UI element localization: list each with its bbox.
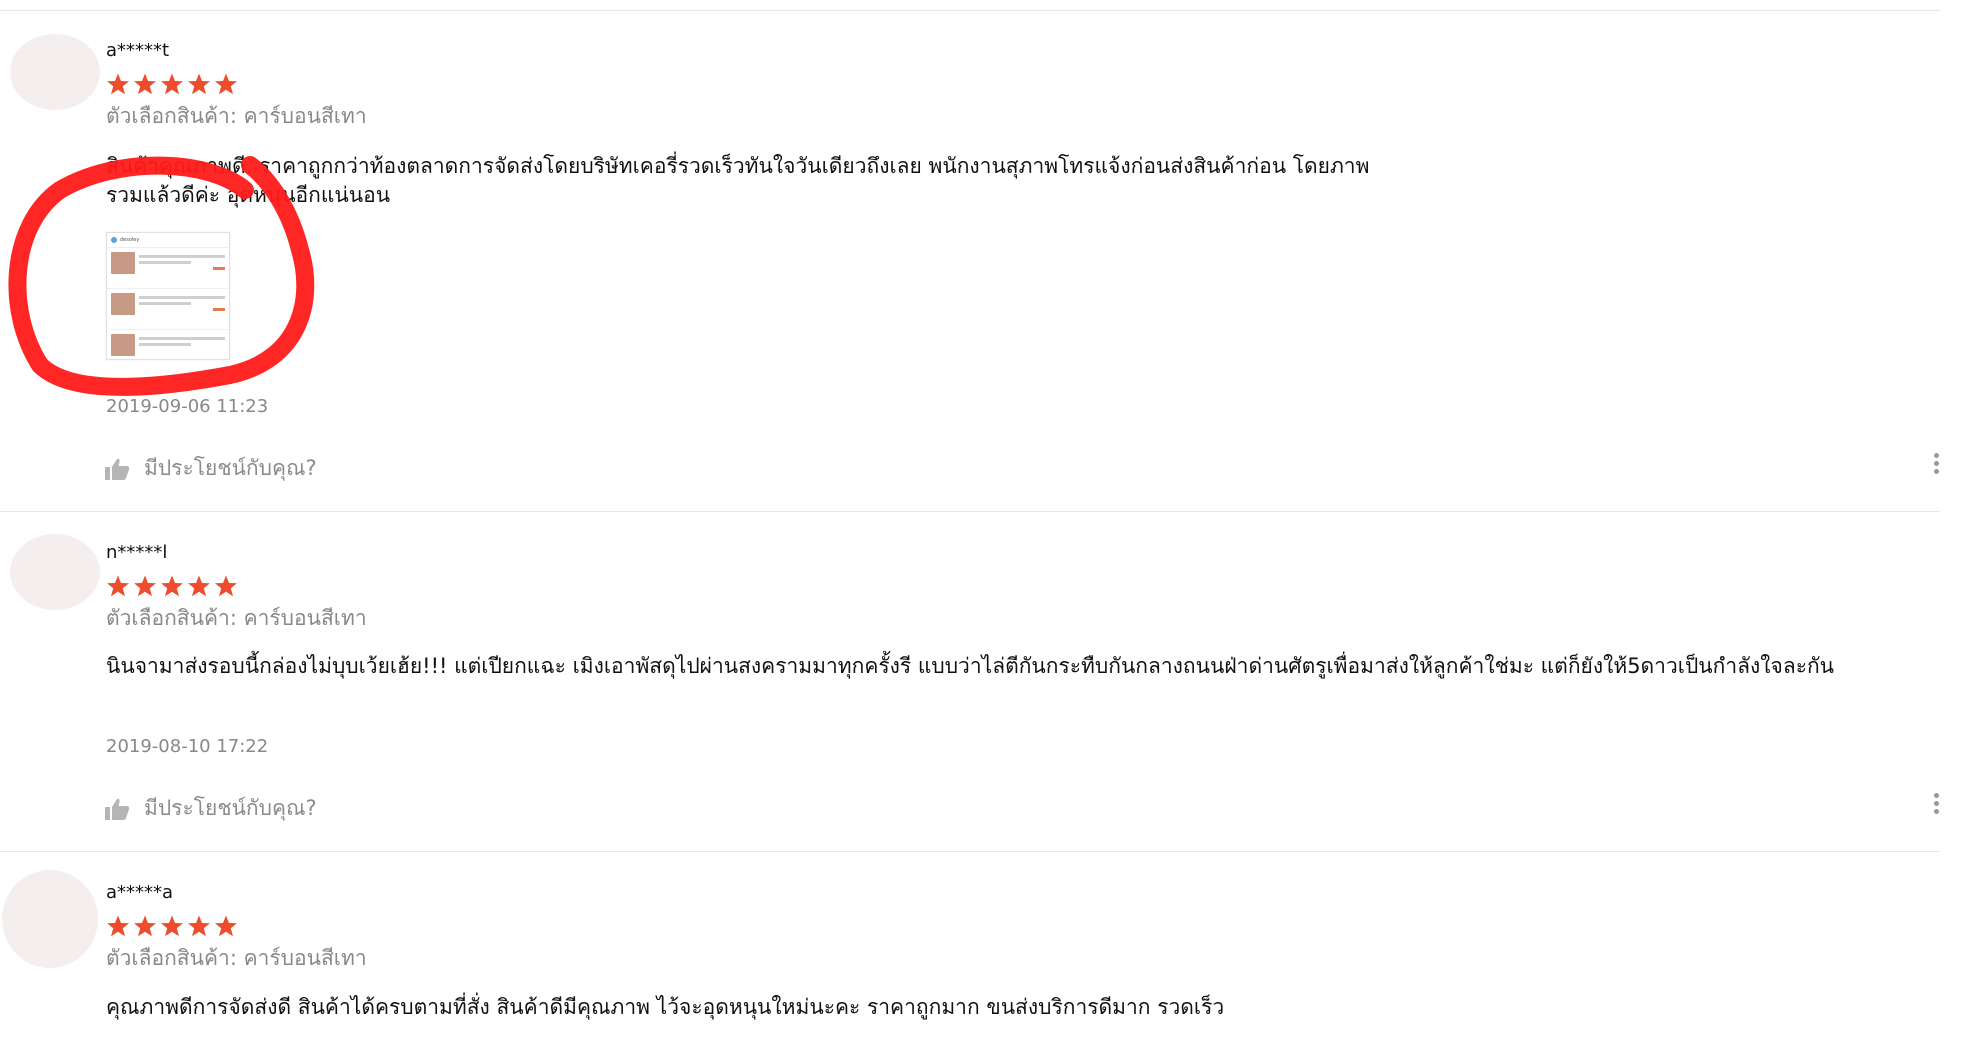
- star-icon: [188, 915, 210, 937]
- dot: [1933, 461, 1939, 466]
- product-image: [111, 252, 135, 274]
- star-icon: [107, 73, 129, 95]
- product-variation: ตัวเลือกสินค้า: คาร์บอนสีเทา: [106, 104, 367, 128]
- product-variation: ตัวเลือกสินค้า: คาร์บอนสีเทา: [106, 606, 367, 630]
- review-comment: คุณภาพดีการจัดส่งดี สินค้าได้ครบตามที่สั…: [106, 995, 1225, 1019]
- helpful-button[interactable]: มีประโยชน์กับคุณ?: [104, 452, 317, 485]
- star-icon: [107, 575, 129, 597]
- thumbs-up-icon: [105, 458, 130, 480]
- star-icon: [215, 575, 237, 597]
- top-divider: [0, 10, 1940, 11]
- media-shop-label: desoley: [120, 237, 140, 243]
- media-order-row: [107, 248, 229, 289]
- star-icon: [188, 73, 210, 95]
- star-icon: [134, 575, 156, 597]
- star-icon: [161, 575, 183, 597]
- review-timestamp: 2019-08-10 17:22: [106, 736, 269, 757]
- more-options-button[interactable]: [1930, 450, 1942, 480]
- star-icon: [107, 915, 129, 937]
- shop-icon: [111, 237, 117, 243]
- review-divider: [0, 511, 1940, 512]
- star-icon: [215, 73, 237, 95]
- more-options-button[interactable]: [1930, 790, 1942, 820]
- review-divider: [0, 851, 1940, 852]
- star-icon: [215, 915, 237, 937]
- helpful-label: มีประโยชน์กับคุณ?: [144, 456, 317, 480]
- star-icon: [134, 73, 156, 95]
- star-rating: [106, 914, 238, 940]
- thumbs-up-icon: [105, 798, 130, 820]
- dot: [1933, 809, 1939, 814]
- star-icon: [134, 915, 156, 937]
- dot: [1933, 453, 1939, 458]
- media-order-row: [107, 330, 229, 359]
- dot: [1933, 801, 1939, 806]
- reviewer-username: a*****a: [106, 882, 174, 903]
- review-timestamp: 2019-09-06 11:23: [106, 396, 269, 417]
- reviewer-username: a*****t: [106, 40, 170, 61]
- review-comment: สินค้าคุณภาพดี. ราคาถูกกว่าท้องตลาดการจั…: [106, 154, 1370, 207]
- helpful-label: มีประโยชน์กับคุณ?: [144, 796, 317, 820]
- reviewer-username: n*****l: [106, 542, 168, 563]
- media-shop-header: desoley: [107, 233, 229, 248]
- star-icon: [161, 915, 183, 937]
- review-comment: นินจามาส่งรอบนี้กล่องไม่บุบเว้ยเฮ้ย!!! แ…: [106, 654, 1835, 678]
- avatar[interactable]: [2, 870, 98, 968]
- dot: [1933, 793, 1939, 798]
- product-image: [111, 334, 135, 356]
- product-image: [111, 293, 135, 315]
- helpful-button[interactable]: มีประโยชน์กับคุณ?: [104, 792, 317, 825]
- dot: [1933, 469, 1939, 474]
- media-order-row: [107, 289, 229, 330]
- avatar[interactable]: [10, 34, 100, 110]
- star-rating: [106, 574, 238, 600]
- avatar[interactable]: [10, 534, 100, 610]
- review-media-thumbnail[interactable]: desoley: [106, 232, 230, 360]
- star-rating: [106, 72, 238, 98]
- star-icon: [188, 575, 210, 597]
- product-variation: ตัวเลือกสินค้า: คาร์บอนสีเทา: [106, 946, 367, 970]
- star-icon: [161, 73, 183, 95]
